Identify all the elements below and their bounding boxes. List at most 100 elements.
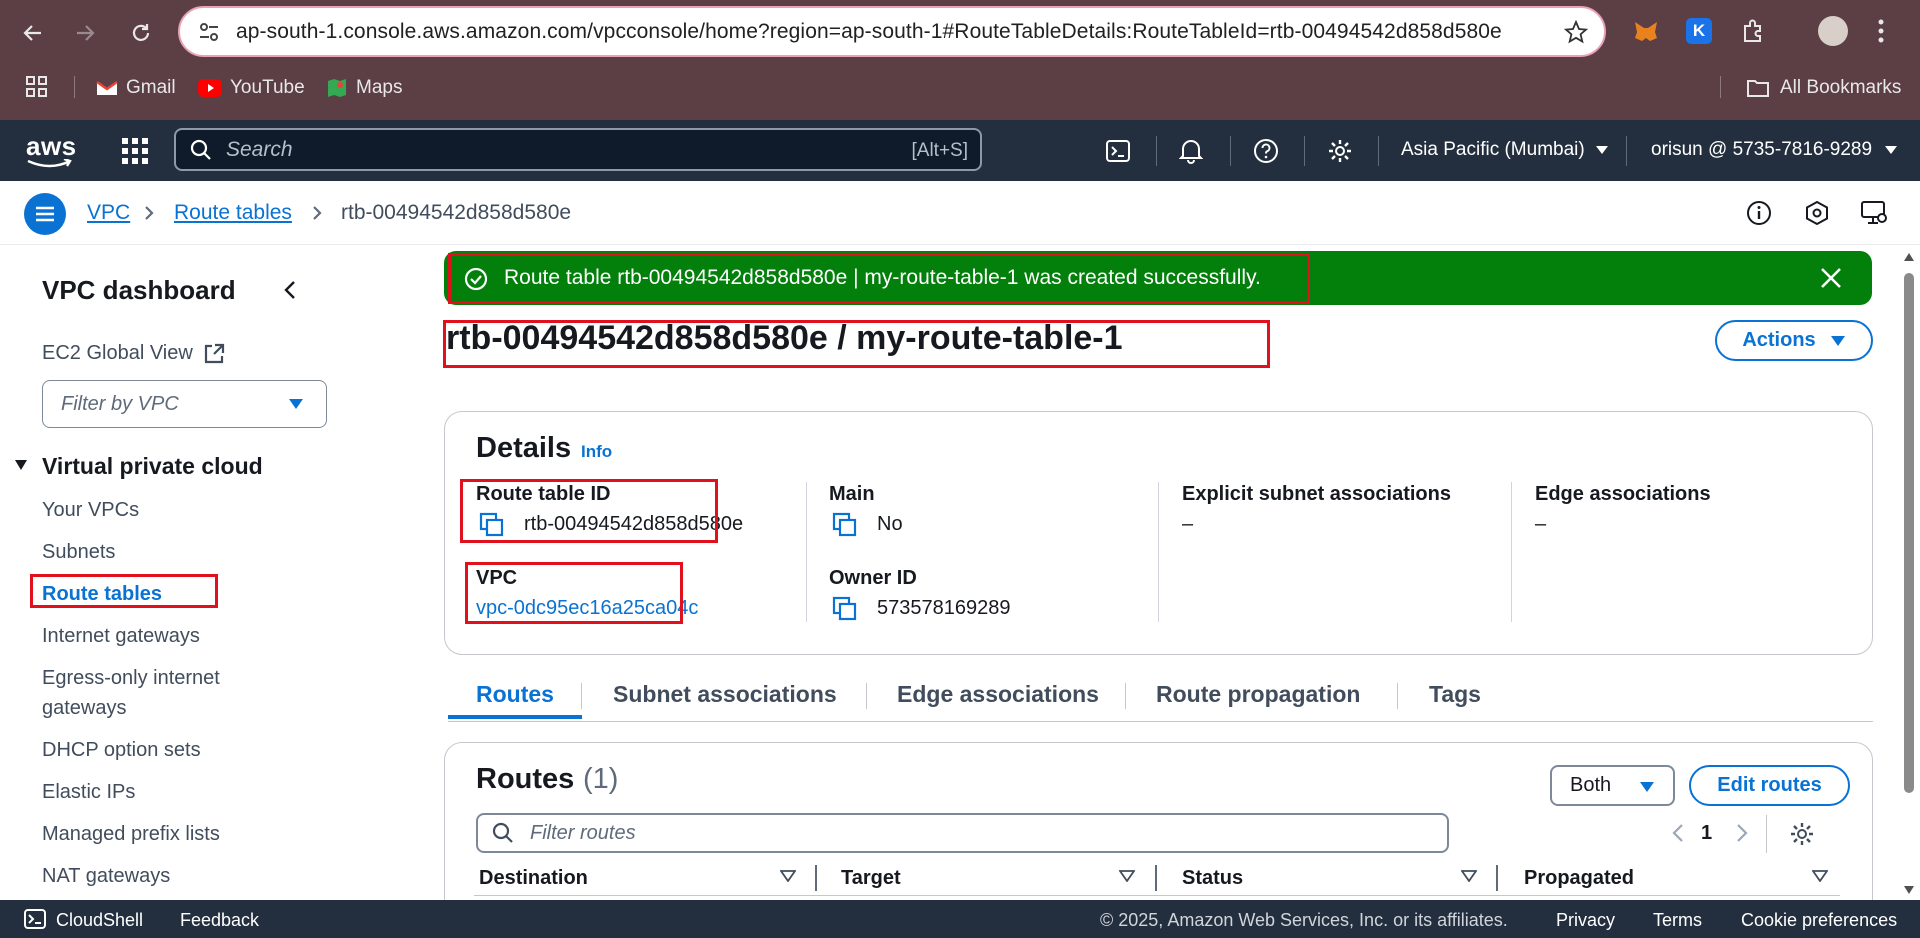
- edge-associations-value: –: [1535, 513, 1547, 535]
- sidebar-item-internet-gateways[interactable]: Internet gateways: [42, 625, 200, 648]
- main-scrollbar[interactable]: [1901, 245, 1917, 900]
- search-input[interactable]: Search [Alt+S]: [174, 128, 982, 171]
- browser-chrome: ap-south-1.console.aws.amazon.com/vpccon…: [0, 0, 1920, 120]
- copy-icon[interactable]: [832, 596, 858, 622]
- account-menu[interactable]: orisun @ 5735-7816-9289: [1651, 139, 1898, 161]
- both-select[interactable]: Both: [1550, 765, 1675, 806]
- info-link[interactable]: Info: [581, 442, 612, 462]
- notifications-bell-icon[interactable]: [1176, 136, 1206, 166]
- sort-caret-icon[interactable]: [1119, 870, 1135, 882]
- scroll-up-icon: [1904, 253, 1914, 261]
- site-settings-icon: [200, 23, 218, 41]
- tab-subnet-associations[interactable]: Subnet associations: [613, 681, 837, 708]
- tabs-baseline: [448, 721, 1873, 722]
- filter-by-vpc-select[interactable]: Filter by VPC: [42, 380, 327, 428]
- sidebar-item-subnets[interactable]: Subnets: [42, 541, 115, 564]
- column-header-target[interactable]: Target: [841, 867, 901, 890]
- sort-caret-icon[interactable]: [780, 870, 796, 882]
- cloudshell-icon[interactable]: [24, 909, 46, 929]
- column-divider: [1511, 482, 1512, 622]
- caret-down-icon: [1640, 782, 1654, 792]
- sidebar-item-managed-prefix-lists[interactable]: Managed prefix lists: [42, 823, 220, 846]
- previous-page-icon[interactable]: [1672, 823, 1684, 843]
- region-selector[interactable]: Asia Pacific (Mumbai): [1401, 139, 1609, 161]
- scrollbar-thumb[interactable]: [1904, 273, 1914, 793]
- back-button[interactable]: [14, 14, 52, 52]
- folder-icon: [1747, 80, 1769, 97]
- sidebar-item-nat-gateways[interactable]: NAT gateways: [42, 865, 170, 888]
- collapse-sidebar-icon[interactable]: [284, 280, 296, 300]
- preferences-gear-icon[interactable]: [1789, 821, 1815, 847]
- resource-shield-icon[interactable]: [1804, 200, 1830, 226]
- bookmark-maps[interactable]: Maps: [326, 74, 402, 102]
- maps-icon: [328, 79, 346, 97]
- forward-button[interactable]: [66, 14, 104, 52]
- column-header-status[interactable]: Status: [1182, 867, 1243, 890]
- bookmark-youtube[interactable]: YouTube: [198, 74, 305, 102]
- cookie-preferences-link[interactable]: Cookie preferences: [1741, 910, 1897, 931]
- k-extension-icon[interactable]: K: [1686, 18, 1712, 44]
- browser-menu-icon[interactable]: [1876, 18, 1886, 44]
- close-icon[interactable]: [1820, 267, 1842, 289]
- help-icon[interactable]: [1251, 136, 1281, 166]
- scroll-down-icon: [1904, 886, 1914, 894]
- filter-routes-input[interactable]: Filter routes: [476, 813, 1449, 853]
- profile-avatar[interactable]: [1818, 16, 1848, 46]
- sidebar-section-virtual-private-cloud[interactable]: Virtual private cloud: [42, 453, 263, 480]
- sidebar-item-ec2-global-view[interactable]: EC2 Global View: [42, 342, 225, 365]
- sidebar-item-your-vpcs[interactable]: Your VPCs: [42, 499, 139, 522]
- feedback-link[interactable]: Feedback: [180, 910, 259, 931]
- menu-toggle-button[interactable]: [24, 193, 66, 235]
- highlight-box: [30, 574, 218, 608]
- tab-edge-associations[interactable]: Edge associations: [897, 681, 1099, 708]
- sidebar-item-elastic-ips[interactable]: Elastic IPs: [42, 781, 135, 804]
- column-resizer[interactable]: [1155, 865, 1157, 891]
- sidebar-item-egress-only-internet-gateways[interactable]: Egress-only internet: [42, 667, 220, 690]
- privacy-link[interactable]: Privacy: [1556, 910, 1615, 931]
- nav-divider: [1156, 136, 1157, 166]
- edit-routes-button[interactable]: Edit routes: [1689, 765, 1850, 806]
- next-page-icon[interactable]: [1736, 823, 1748, 843]
- reload-button[interactable]: [122, 14, 160, 52]
- nav-divider: [1378, 136, 1379, 166]
- cloudshell-link[interactable]: CloudShell: [56, 910, 143, 931]
- details-heading: Details: [476, 432, 572, 464]
- breadcrumb-route-tables[interactable]: Route tables: [174, 201, 292, 225]
- footer: CloudShell Feedback © 2025, Amazon Web S…: [0, 900, 1920, 938]
- caret-down-icon: [1830, 335, 1845, 346]
- active-tab-indicator: [448, 715, 582, 719]
- bookmark-gmail[interactable]: Gmail: [96, 74, 176, 102]
- actions-button[interactable]: Actions: [1715, 320, 1873, 361]
- tab-routes[interactable]: Routes: [476, 681, 554, 708]
- extensions-puzzle-icon[interactable]: [1740, 18, 1766, 44]
- sort-caret-icon[interactable]: [1812, 870, 1828, 882]
- display-settings-icon[interactable]: [1860, 200, 1888, 226]
- sidebar-item-egress-only-internet-gateways-line2[interactable]: gateways: [42, 697, 127, 720]
- column-header-destination[interactable]: Destination: [479, 867, 588, 890]
- apps-grid-icon[interactable]: [26, 76, 48, 98]
- breadcrumb-vpc[interactable]: VPC: [87, 201, 130, 225]
- aws-logo[interactable]: aws: [24, 131, 76, 171]
- sort-caret-icon[interactable]: [1461, 870, 1477, 882]
- cloudshell-icon[interactable]: [1103, 136, 1133, 166]
- caret-down-icon: [15, 460, 27, 470]
- services-grid-icon[interactable]: [122, 138, 148, 164]
- copy-icon[interactable]: [832, 512, 858, 538]
- current-page[interactable]: 1: [1701, 822, 1712, 845]
- column-resizer[interactable]: [815, 865, 817, 891]
- info-icon[interactable]: [1746, 200, 1772, 226]
- column-header-propagated[interactable]: Propagated: [1524, 867, 1634, 890]
- metamask-extension-icon[interactable]: [1632, 18, 1660, 46]
- sidebar-item-dhcp-option-sets[interactable]: DHCP option sets: [42, 739, 201, 762]
- bookmark-star-icon[interactable]: [1564, 20, 1588, 44]
- tab-divider: [1125, 683, 1126, 709]
- tab-divider: [581, 683, 582, 709]
- terms-link[interactable]: Terms: [1653, 910, 1702, 931]
- all-bookmarks[interactable]: All Bookmarks: [1746, 74, 1901, 102]
- tab-route-propagation[interactable]: Route propagation: [1156, 681, 1360, 708]
- caret-down-icon: [289, 399, 303, 409]
- address-bar[interactable]: ap-south-1.console.aws.amazon.com/vpccon…: [178, 6, 1606, 57]
- tab-tags[interactable]: Tags: [1429, 681, 1481, 708]
- column-resizer[interactable]: [1496, 865, 1498, 891]
- settings-gear-icon[interactable]: [1325, 136, 1355, 166]
